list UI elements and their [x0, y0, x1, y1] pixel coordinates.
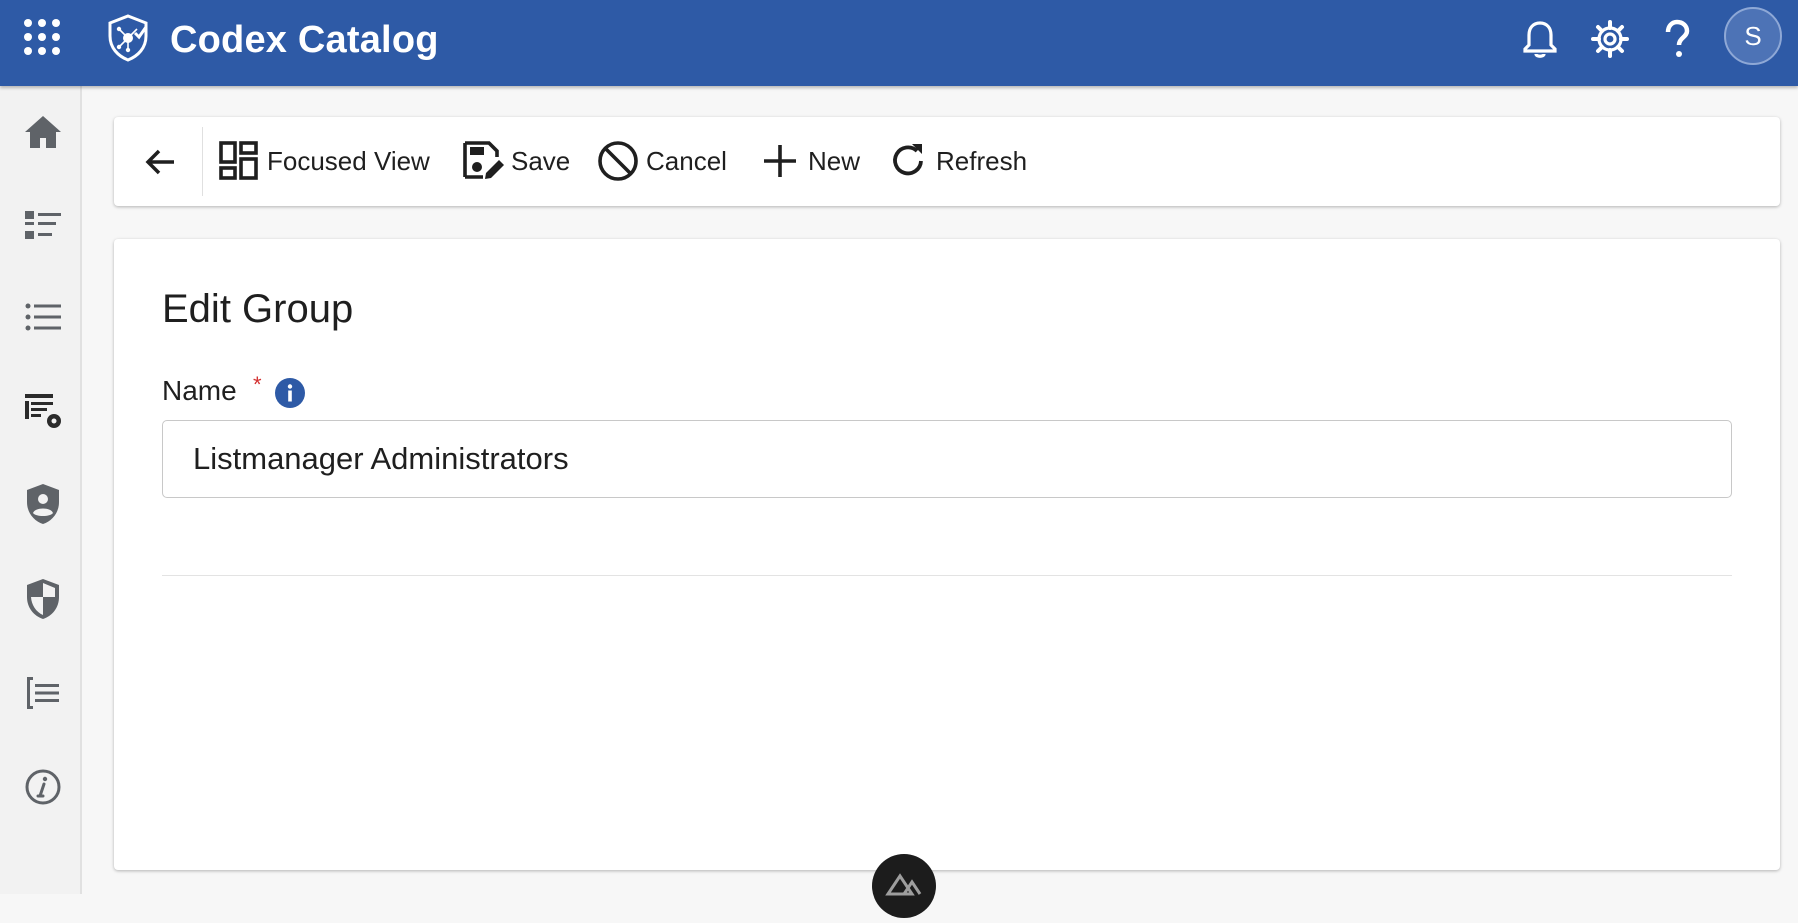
shield-icon[interactable]	[19, 575, 67, 623]
dashboard-icon	[219, 141, 258, 180]
arrow-left-icon[interactable]	[140, 141, 182, 183]
bulleted-list-icon[interactable]	[19, 293, 67, 341]
cancel-button[interactable]: Cancel	[596, 137, 727, 185]
top-app-bar: Codex Catalog S	[0, 0, 1798, 86]
name-input[interactable]	[162, 420, 1732, 498]
toolbar-divider	[202, 127, 203, 196]
info-icon[interactable]	[274, 377, 306, 409]
app-title: Codex Catalog	[170, 19, 439, 61]
home-icon[interactable]	[19, 108, 67, 156]
cancel-label: Cancel	[646, 145, 727, 176]
save-edit-icon	[463, 141, 504, 179]
refresh-icon	[893, 144, 923, 176]
mountain-logo-icon	[885, 873, 922, 896]
name-field-label: Name	[162, 375, 237, 406]
list-settings-icon[interactable]	[19, 386, 67, 434]
person-shield-icon[interactable]	[19, 480, 67, 528]
floating-action-button[interactable]	[872, 854, 936, 918]
required-marker: *	[253, 372, 262, 397]
user-avatar[interactable]: S	[1724, 7, 1782, 65]
edit-group-form: Edit Group Name *	[114, 239, 1780, 870]
save-button[interactable]: Save	[461, 137, 570, 185]
list-detail-icon[interactable]	[19, 201, 67, 249]
gear-icon[interactable]	[1589, 18, 1631, 60]
save-label: Save	[511, 145, 571, 176]
refresh-label: Refresh	[936, 145, 1028, 176]
focused-view-button[interactable]: Focused View	[217, 137, 430, 185]
page-title: Edit Group	[162, 287, 354, 331]
block-icon	[598, 141, 638, 181]
question-icon[interactable]	[1656, 18, 1698, 60]
refresh-button[interactable]: Refresh	[886, 137, 1027, 185]
bell-icon[interactable]	[1519, 18, 1561, 60]
command-toolbar: Focused View Save Cancel New Refresh	[114, 117, 1780, 206]
new-label: New	[808, 145, 861, 176]
info-outline-icon[interactable]	[19, 763, 67, 811]
list-bracket-icon[interactable]	[19, 669, 67, 717]
focused-view-label: Focused View	[267, 145, 430, 176]
side-navigation	[0, 86, 82, 894]
new-button[interactable]: New	[758, 137, 860, 185]
form-divider	[162, 575, 1732, 576]
apps-grid-icon[interactable]	[22, 17, 62, 57]
plus-icon	[764, 145, 796, 177]
shield-network-logo	[108, 14, 148, 62]
